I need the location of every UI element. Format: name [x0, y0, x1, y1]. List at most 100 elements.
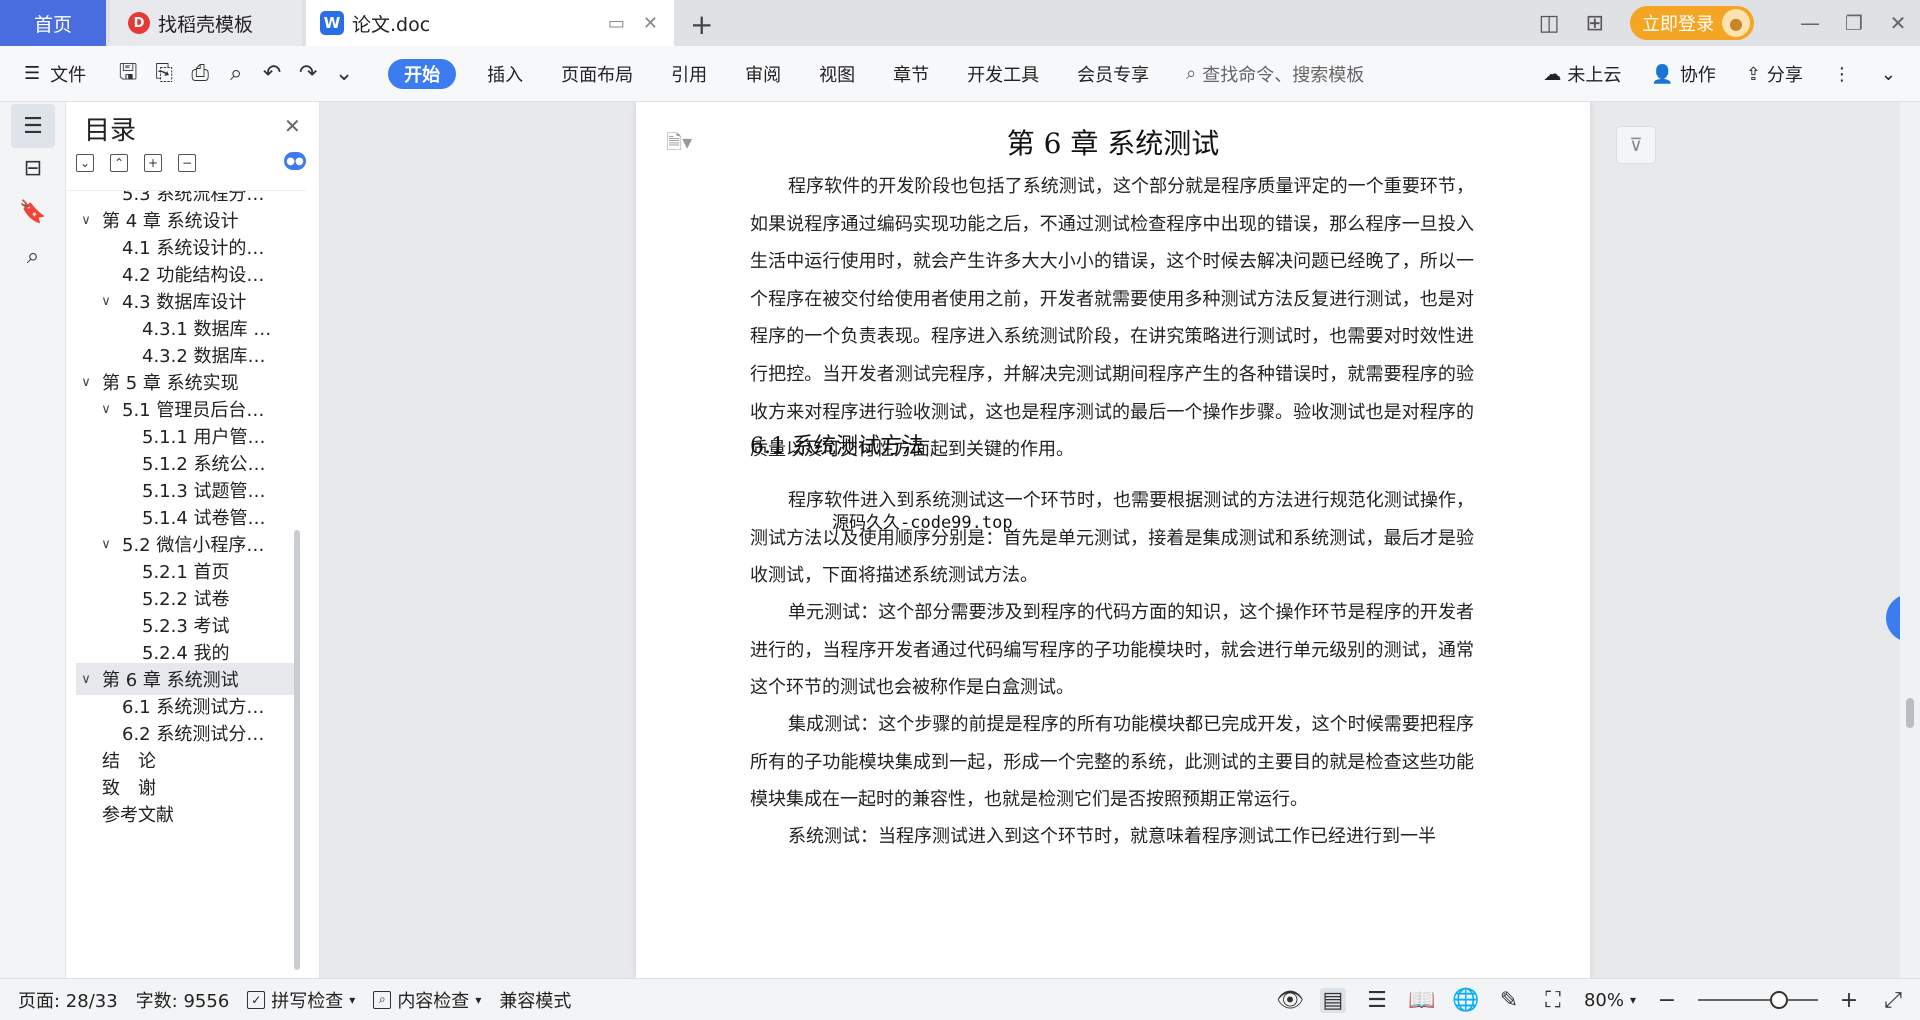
chevron-down-icon: ▾: [475, 992, 482, 1007]
tab-review[interactable]: 审阅: [726, 59, 800, 89]
tab-home[interactable]: 首页: [0, 0, 106, 46]
toc-item-label: 5.1.3 试题管…: [142, 481, 266, 502]
chevron-down-icon[interactable]: ∨: [76, 213, 96, 228]
toc-close-icon[interactable]: ✕: [284, 114, 301, 138]
tab-home-label: 首页: [33, 13, 72, 36]
fit-page-icon[interactable]: ⛶: [1540, 988, 1566, 1013]
web-view-icon[interactable]: 🌐: [1452, 988, 1479, 1013]
user-collab-icon: 👤: [1651, 63, 1674, 85]
eye-protection-icon[interactable]: 👁: [1276, 988, 1304, 1013]
chevron-down-icon[interactable]: ∨: [76, 375, 96, 390]
window-close-icon[interactable]: ✕: [1876, 11, 1920, 35]
command-search[interactable]: ⌕ 查找命令、搜索模板: [1186, 61, 1364, 87]
outline-view-icon[interactable]: ☰: [1364, 988, 1390, 1013]
fullscreen-icon[interactable]: ⤢: [1880, 988, 1906, 1013]
redo-icon[interactable]: ↷: [290, 61, 326, 86]
cloud-status-button[interactable]: ☁ 未上云: [1543, 61, 1621, 87]
tab-page-layout[interactable]: 页面布局: [542, 59, 652, 89]
tab-document-label: 论文.doc: [352, 13, 431, 36]
word-count[interactable]: 字数: 9556: [136, 987, 230, 1013]
body-paragraph: 程序软件的开发阶段也包括了系统测试，这个部分就是程序质量评定的一个重要环节，如果…: [750, 176, 1474, 461]
body-paragraph: 集成测试：这个步骤的前提是程序的所有功能模块都已完成开发，这个时候需要把程序所有…: [750, 714, 1474, 811]
zoom-in-icon[interactable]: +: [1836, 988, 1862, 1013]
tab-member[interactable]: 会员专享: [1058, 59, 1168, 89]
tab-view[interactable]: 视图: [800, 59, 874, 89]
daoke-logo-icon: D: [128, 12, 150, 34]
tab-insert[interactable]: 插入: [468, 59, 542, 89]
share-label: 分享: [1766, 65, 1803, 86]
zoom-out-icon[interactable]: −: [1654, 988, 1680, 1013]
float-window-icon[interactable]: ▭: [608, 13, 625, 34]
tab-document[interactable]: W 论文.doc ▭ ✕: [306, 0, 674, 46]
cloud-status-label: 未上云: [1567, 65, 1622, 86]
toc-list: 5.3 系统流程分… ∨ 第 4 章 系统设计 4.1 系统设计的… 4.2 功能结构设…: [66, 190, 306, 974]
tab-start[interactable]: 开始: [388, 58, 457, 89]
document-page[interactable]: 🗎▾ 第 6 章 系统测试 程序软件的开发阶段也包括了系统测试，这个部分就是程序…: [636, 102, 1590, 978]
close-tab-icon[interactable]: ✕: [643, 13, 658, 34]
title-tab-bar: 首页 D 找稻壳模板 W 论文.doc ▭ ✕ + ◫ ⊞ 立即登录 ● — ❐…: [0, 0, 1920, 46]
section-title: 6.1 系统测试方法: [750, 434, 924, 459]
scroll-thumb[interactable]: [1906, 698, 1914, 728]
chevron-down-icon[interactable]: ∨: [96, 402, 116, 417]
toc-item-label: 5.2.2 试卷: [142, 589, 230, 610]
expand-all-icon[interactable]: ⌄: [76, 154, 94, 172]
share-button[interactable]: ⇪ 分享: [1746, 61, 1803, 87]
toc-item-label: 5.2.1 首页: [142, 562, 230, 583]
print-preview-icon[interactable]: ⌕: [218, 61, 254, 86]
save-icon[interactable]: 🖫: [110, 55, 146, 93]
collapse-ribbon-icon[interactable]: ⌄: [1881, 64, 1896, 85]
document-scrollbar[interactable]: [1900, 102, 1920, 978]
toc-item-label: 5.2.3 考试: [142, 616, 230, 637]
page-view-icon[interactable]: ▤: [1319, 987, 1346, 1013]
login-button[interactable]: 立即登录 ●: [1630, 6, 1754, 40]
collaborate-label: 协作: [1679, 65, 1716, 86]
chevron-down-icon[interactable]: ∨: [96, 537, 116, 552]
quick-access-dropdown-icon[interactable]: ⌄: [326, 61, 362, 86]
tab-chapter[interactable]: 章节: [874, 59, 948, 89]
zoom-slider-knob[interactable]: [1770, 991, 1788, 1009]
content-check-button[interactable]: ⌕ 内容检查 ▾: [373, 987, 481, 1013]
collapse-all-icon[interactable]: ⌃: [110, 154, 128, 172]
main-toolbar: ☰ 文件 🖫 ⎘ ⎙ ⌕ ↶ ↷ ⌄ 开始 插入 页面布局 引用 审阅 视图 章…: [0, 46, 1920, 102]
cloud-icon: ☁: [1543, 63, 1562, 85]
chevron-down-icon[interactable]: ∨: [76, 672, 96, 687]
checkbox-icon: ✓: [247, 990, 266, 1009]
restore-icon[interactable]: ❐: [1832, 11, 1876, 35]
new-tab-icon[interactable]: +: [690, 8, 713, 41]
page-toolbox-icon[interactable]: ⊽: [1616, 126, 1656, 164]
toc-panel-icon[interactable]: ☰: [11, 104, 55, 148]
chevron-down-icon: ▾: [349, 992, 356, 1007]
toc-smart-icon[interactable]: ●●: [284, 152, 306, 170]
chevron-down-icon[interactable]: ∨: [96, 294, 116, 309]
toc-item-label: 5.1 管理员后台…: [122, 400, 265, 421]
reading-layout-icon[interactable]: ◫: [1539, 11, 1560, 36]
spell-check-button[interactable]: ✓ 拼写检查 ▾: [247, 987, 355, 1013]
minimize-icon[interactable]: —: [1788, 11, 1832, 35]
toc-scrollbar[interactable]: [294, 530, 300, 970]
page-indicator[interactable]: 页面: 28/33: [18, 987, 118, 1013]
tab-references[interactable]: 引用: [652, 59, 726, 89]
collaborate-button[interactable]: 👤 协作: [1651, 61, 1715, 87]
zoom-slider[interactable]: [1698, 991, 1818, 1009]
export-pdf-icon[interactable]: ⎘: [146, 61, 182, 86]
bookmark-icon[interactable]: 🔖: [11, 190, 55, 234]
find-icon[interactable]: ⌕: [11, 234, 55, 278]
add-heading-icon[interactable]: +: [144, 154, 162, 172]
toc-item[interactable]: 参考文献: [76, 798, 296, 830]
remove-heading-icon[interactable]: −: [178, 154, 196, 172]
tab-daoke-templates[interactable]: D 找稻壳模板: [110, 0, 302, 46]
toc-item-label: 致 谢: [102, 778, 156, 799]
file-menu-button[interactable]: ☰ 文件: [24, 61, 86, 87]
toc-item-label: 5.2.4 我的: [142, 643, 230, 664]
apps-grid-icon[interactable]: ⊞: [1586, 11, 1604, 36]
more-options-icon[interactable]: ⋮: [1833, 64, 1851, 85]
undo-icon[interactable]: ↶: [254, 61, 290, 86]
pen-icon[interactable]: ✎: [1496, 988, 1522, 1013]
tab-developer[interactable]: 开发工具: [948, 59, 1058, 89]
print-icon[interactable]: ⎙: [182, 61, 218, 86]
zoom-level[interactable]: 80% ▾: [1584, 990, 1636, 1011]
toc-item-label: 4.3 数据库设计: [122, 292, 247, 313]
chapter-nav-icon[interactable]: ⊟: [11, 146, 55, 190]
reading-view-icon[interactable]: 📖: [1408, 988, 1435, 1013]
side-panel-toggle-icon[interactable]: ‹: [1886, 594, 1900, 642]
